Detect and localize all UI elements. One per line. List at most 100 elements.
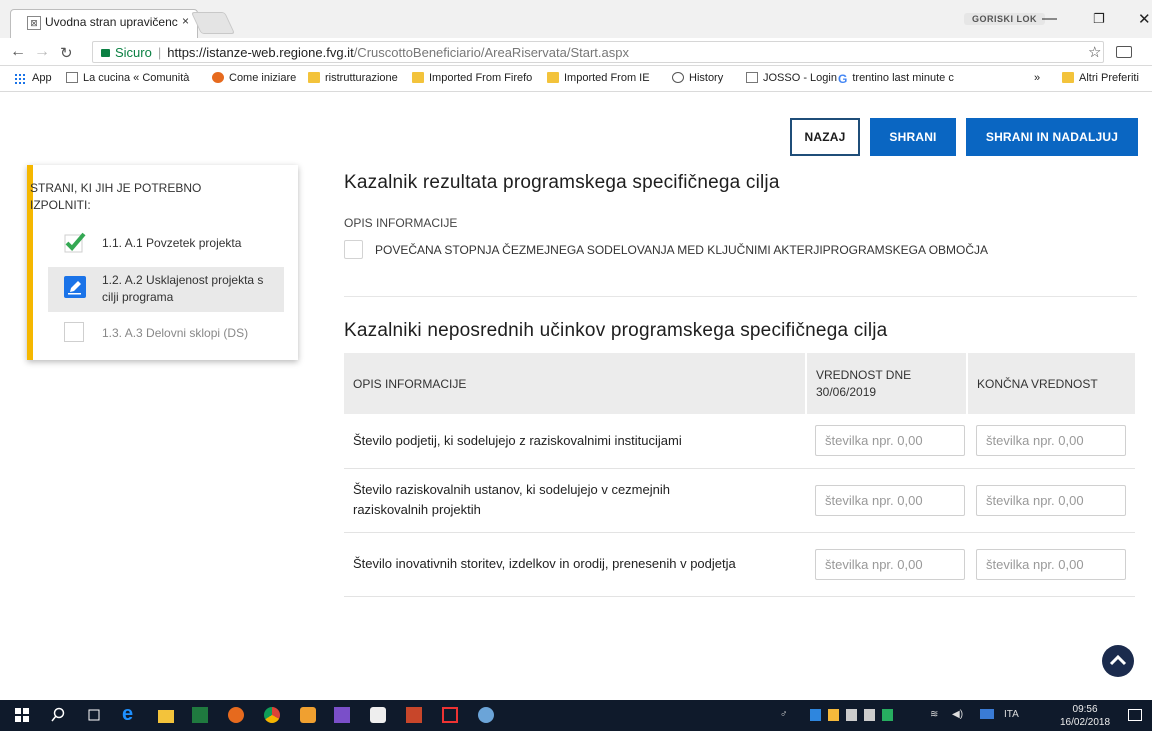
folder-icon xyxy=(1062,72,1074,83)
sidebar-item-label: 1.1. A.1 Povzetek projekta xyxy=(102,236,242,250)
maximize-icon[interactable]: ❐ xyxy=(1093,11,1105,27)
network-icon[interactable] xyxy=(980,709,994,719)
bookmark-item[interactable]: Come iniziare xyxy=(212,72,296,84)
app-icon[interactable] xyxy=(300,707,316,723)
row-label: Število raziskovalnih ustanov, ki sodelu… xyxy=(353,482,670,517)
firefox-icon xyxy=(212,72,224,83)
value-date-input[interactable] xyxy=(815,548,965,580)
table-header-row: OPIS INFORMACIJE VREDNOST DNE 30/06/2019… xyxy=(344,353,1135,414)
language-indicator[interactable]: ITA xyxy=(1004,709,1019,720)
paint-icon[interactable] xyxy=(478,707,494,723)
windows-start-icon[interactable] xyxy=(14,707,30,723)
cast-icon[interactable] xyxy=(1116,46,1132,58)
bookmark-item[interactable]: Gtrentino last minute c xyxy=(838,72,954,86)
powerpoint-icon[interactable] xyxy=(406,707,422,723)
bookmark-star-icon[interactable]: ☆ xyxy=(1088,43,1101,61)
url-field[interactable]: Sicuro | https://istanze-web.regione.fvg.i… xyxy=(92,41,1104,63)
folder-icon xyxy=(547,72,559,83)
tray-icons[interactable] xyxy=(810,709,900,721)
sidebar-item-delovni-sklopi[interactable]: 1.3. A.3 Delovni sklopi (DS) xyxy=(48,322,284,342)
output-indicators-heading: Kazalniki neposrednih učinkov programske… xyxy=(344,320,888,341)
acrobat-icon[interactable] xyxy=(442,707,458,723)
notifications-icon[interactable] xyxy=(1128,709,1142,721)
volume-icon[interactable]: ◀) xyxy=(952,709,963,720)
bookmark-other-folder[interactable]: Altri Preferiti xyxy=(1062,72,1139,84)
chrome-icon[interactable] xyxy=(264,707,280,723)
final-value-input[interactable] xyxy=(976,548,1126,580)
minimize-icon[interactable]: — xyxy=(1042,10,1057,27)
save-button[interactable]: SHRANI xyxy=(870,118,956,156)
bookmark-item[interactable]: ristrutturazione xyxy=(308,72,398,84)
window-close-icon[interactable]: ✕ xyxy=(1138,10,1151,28)
folder-icon xyxy=(308,72,320,83)
back-arrow-icon[interactable]: ← xyxy=(10,43,26,61)
value-date-input[interactable] xyxy=(815,425,965,457)
profile-badge[interactable]: GORISKI LOK xyxy=(964,13,1046,25)
mail-icon[interactable] xyxy=(370,707,386,723)
save-and-continue-button[interactable]: SHRANI IN NADALJUJ xyxy=(966,118,1138,156)
edge-icon[interactable]: e xyxy=(122,703,138,725)
lock-icon xyxy=(101,49,110,57)
search-icon[interactable] xyxy=(50,707,66,723)
people-icon[interactable]: ♂ xyxy=(780,709,788,720)
clock-time: 09:56 xyxy=(1072,704,1098,715)
google-icon: G xyxy=(838,72,848,86)
document-favicon-icon: ⊠ xyxy=(27,16,41,30)
row-label: Število inovativnih storitev, izdelkov i… xyxy=(353,556,736,571)
page-icon xyxy=(746,72,758,83)
section-divider xyxy=(344,296,1137,297)
clock-date: 16/02/2018 xyxy=(1060,717,1111,728)
chevron-up-icon xyxy=(1109,654,1127,666)
browser-tab-strip: ⊠ Uvodna stran upravičenc × GORISKI LOK … xyxy=(0,0,1152,38)
url-domain: https://istanze-web.regione.fvg.it xyxy=(167,45,354,60)
sidebar-item-label: 1.3. A.3 Delovni sklopi (DS) xyxy=(102,326,249,340)
clock[interactable]: 09:56 16/02/2018 xyxy=(1060,703,1110,729)
address-bar-row: ← → ↻ Sicuro | https://istanze-web.regione… xyxy=(0,38,1152,66)
back-button[interactable]: NAZAJ xyxy=(790,118,860,156)
sidebar-item-povzetek[interactable]: 1.1. A.1 Povzetek projekta xyxy=(48,232,284,254)
wifi-icon[interactable]: ≋ xyxy=(930,709,938,720)
apps-grid-icon[interactable] xyxy=(14,73,26,85)
sidebar-item-usklajenost[interactable]: 1.2. A.2 Usklajenost projekta s cilji pr… xyxy=(48,267,284,312)
bookmarks-overflow-icon[interactable]: » xyxy=(1034,72,1040,84)
table-row: Število podjetij, ki sodelujejo z razisk… xyxy=(344,414,1135,468)
column-header-koncna-vrednost: KONČNA VREDNOST xyxy=(966,353,1135,414)
bookmark-item[interactable]: History xyxy=(672,72,723,84)
secure-label: Sicuro xyxy=(115,45,152,60)
reload-icon[interactable]: ↻ xyxy=(60,44,73,62)
calculator-icon[interactable] xyxy=(334,707,350,723)
close-tab-icon[interactable]: × xyxy=(182,14,189,28)
info-label: OPIS INFORMACIJE xyxy=(344,216,458,230)
edit-icon xyxy=(64,276,86,298)
history-icon xyxy=(672,72,684,83)
final-value-input[interactable] xyxy=(976,425,1126,457)
option-label: POVEČANA STOPNJA ČEZMEJNEGA SODELOVANJA … xyxy=(375,243,989,257)
bookmark-item[interactable]: Imported From Firefo xyxy=(412,72,532,84)
column-header-vrednost-dne: VREDNOST DNE 30/06/2019 xyxy=(805,353,967,414)
result-indicator-option[interactable]: POVEČANA STOPNJA ČEZMEJNEGA SODELOVANJA … xyxy=(344,240,1124,260)
option-checkbox[interactable] xyxy=(344,240,363,259)
check-icon xyxy=(64,232,86,253)
table-row: Število raziskovalnih ustanov, ki sodelu… xyxy=(344,468,1135,532)
bookmark-apps[interactable]: App xyxy=(32,72,52,84)
empty-checkbox-icon xyxy=(64,322,84,342)
bookmark-item[interactable]: Imported From IE xyxy=(547,72,650,84)
file-explorer-icon[interactable] xyxy=(158,710,174,723)
value-date-input[interactable] xyxy=(815,484,965,516)
result-indicator-heading: Kazalnik rezultata programskega specifič… xyxy=(344,172,780,193)
scroll-to-top-button[interactable] xyxy=(1102,645,1134,677)
excel-icon[interactable] xyxy=(192,707,208,723)
firefox-icon[interactable] xyxy=(228,707,244,723)
sidebar-title: STRANI, KI JIH JE POTREBNO IZPOLNITI: xyxy=(30,181,202,212)
browser-tab[interactable]: ⊠ Uvodna stran upravičenc × xyxy=(10,9,198,38)
tab-title: Uvodna stran upravičenc xyxy=(45,15,178,29)
page-icon xyxy=(66,72,78,83)
bookmark-item[interactable]: JOSSO - Login xyxy=(746,72,837,84)
final-value-input[interactable] xyxy=(976,484,1126,516)
column-header-opis: OPIS INFORMACIJE xyxy=(353,376,467,391)
forward-arrow-icon[interactable]: → xyxy=(34,43,50,61)
url-path: /CruscottoBeneficiario/AreaRiservata/Sta… xyxy=(353,45,629,60)
folder-icon xyxy=(412,72,424,83)
bookmark-item[interactable]: La cucina « Comunità xyxy=(66,72,189,84)
task-view-icon[interactable] xyxy=(86,707,102,723)
